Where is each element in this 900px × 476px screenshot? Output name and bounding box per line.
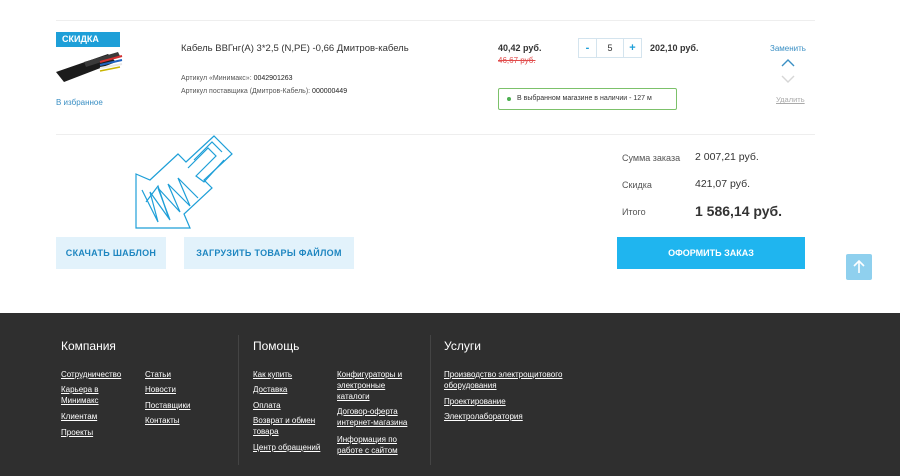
product-name[interactable]: Кабель ВВГнг(А) 3*2,5 (N,PE) -0,66 Дмитр… xyxy=(181,43,409,54)
increase-quantity-button[interactable]: + xyxy=(624,39,641,57)
footer-link[interactable]: Поставщики xyxy=(145,400,191,411)
footer-divider xyxy=(238,335,239,465)
footer-company-title: Компания xyxy=(61,339,116,353)
sum-value: 2 007,21 руб. xyxy=(695,151,759,163)
footer-link[interactable]: Конфигураторы и электронные каталоги xyxy=(337,369,417,402)
stock-status-text: В выбранном магазине в наличии - 127 м xyxy=(517,95,652,102)
footer-link[interactable]: Договор-оферта интернет-магазина xyxy=(337,406,417,428)
article-minimaks-value: 0042901263 xyxy=(253,75,293,82)
footer-help-title: Помощь xyxy=(253,339,300,353)
footer-link[interactable]: Центр обращений xyxy=(253,442,320,453)
total-value: 1 586,14 руб. xyxy=(695,203,783,219)
footer-link[interactable]: Контакты xyxy=(145,415,180,426)
product-thumbnail[interactable]: СКИДКА xyxy=(56,32,124,86)
checkout-button[interactable]: ОФОРМИТЬ ЗАКАЗ xyxy=(617,237,805,269)
footer-link[interactable]: Возврат и обмен товара xyxy=(253,415,328,437)
footer-link[interactable]: Сотрудничество xyxy=(61,369,121,380)
discount-label: Скидка xyxy=(622,180,652,190)
footer-link[interactable]: Клиентам xyxy=(61,411,97,422)
chevron-up-icon[interactable] xyxy=(781,58,795,68)
footer-link[interactable]: Новости xyxy=(145,384,176,395)
sum-label: Сумма заказа xyxy=(622,153,681,163)
stock-dot-icon xyxy=(507,97,511,101)
footer-link[interactable]: Как купить xyxy=(253,369,292,380)
sale-badge: СКИДКА xyxy=(56,32,120,47)
arrow-hint-icon xyxy=(135,135,233,229)
article-minimaks: Артикул «Минимакс»: 0042901263 xyxy=(181,75,293,82)
upload-file-button[interactable]: ЗАГРУЗИТЬ ТОВАРЫ ФАЙЛОМ xyxy=(184,237,354,269)
add-to-favorites-link[interactable]: В избранное xyxy=(56,98,103,107)
total-label: Итого xyxy=(622,207,646,217)
article-supplier-label: Артикул поставщика (Дмитров-Кабель): xyxy=(181,88,311,95)
line-total: 202,10 руб. xyxy=(650,43,699,53)
article-supplier: Артикул поставщика (Дмитров-Кабель): 000… xyxy=(181,88,347,95)
footer-link[interactable]: Карьера в Минимакс xyxy=(61,384,131,406)
unit-price: 40,42 руб. xyxy=(498,43,542,53)
decrease-quantity-button[interactable]: - xyxy=(579,39,596,57)
article-minimaks-label: Артикул «Минимакс»: xyxy=(181,75,252,82)
footer-link[interactable]: Проекты xyxy=(61,427,93,438)
footer-link[interactable]: Доставка xyxy=(253,384,287,395)
footer-link[interactable]: Статьи xyxy=(145,369,171,380)
old-price: 46,67 руб. xyxy=(498,56,536,65)
chevron-down-icon[interactable] xyxy=(781,74,795,84)
cart-section: СКИДКА В избранное Кабель ВВГнг(А) 3*2,5… xyxy=(0,0,900,313)
quantity-stepper: - 5 + xyxy=(578,38,642,58)
replace-link[interactable]: Заменить xyxy=(770,44,806,53)
footer-link[interactable]: Проектирование xyxy=(444,396,506,407)
download-template-button[interactable]: СКАЧАТЬ ШАБЛОН xyxy=(56,237,166,269)
stock-status-badge: В выбранном магазине в наличии - 127 м xyxy=(498,88,677,110)
quantity-input[interactable]: 5 xyxy=(596,39,624,57)
footer-link[interactable]: Оплата xyxy=(253,400,281,411)
footer-services-title: Услуги xyxy=(444,339,481,353)
footer-divider xyxy=(430,335,431,465)
divider xyxy=(56,20,815,21)
footer-link[interactable]: Производство электрощитового оборудовани… xyxy=(444,369,579,391)
discount-value: 421,07 руб. xyxy=(695,178,751,190)
footer-link[interactable]: Информация по работе с сайтом xyxy=(337,434,417,456)
site-footer: Компания Сотрудничество Карьера в Минима… xyxy=(0,313,900,476)
scroll-to-top-button[interactable] xyxy=(846,254,872,280)
delete-link[interactable]: Удалить xyxy=(776,95,805,104)
article-supplier-value: 000000449 xyxy=(312,88,348,95)
arrow-up-icon xyxy=(853,259,865,273)
footer-link[interactable]: Электролаборатория xyxy=(444,411,523,422)
